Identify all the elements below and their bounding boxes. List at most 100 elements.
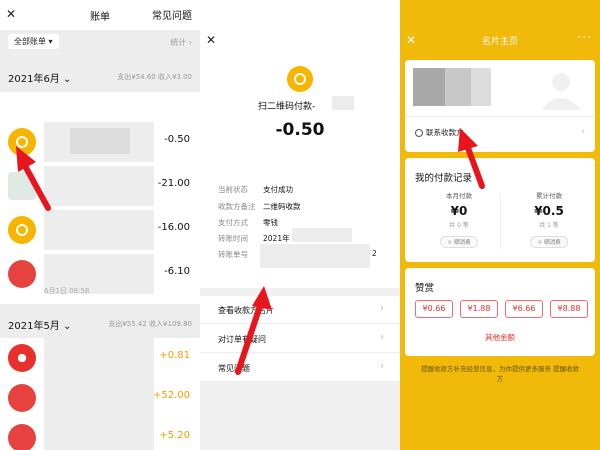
faq-link[interactable]: 常见问题 — [152, 7, 192, 22]
close-icon[interactable]: ✕ — [206, 33, 216, 47]
avatar — [541, 73, 581, 110]
chevron-right-icon: › — [380, 332, 384, 343]
list-item[interactable]: -16.00 — [0, 210, 200, 252]
chat-icon — [415, 129, 423, 137]
button-label: 晒消费 — [454, 240, 471, 246]
bill-list-header: ✕ 账单 常见问题 — [0, 0, 200, 30]
contact-payee-button[interactable]: 联系收款方 — [415, 127, 464, 138]
stat-value: ¥0 — [450, 204, 468, 218]
tip-card: 赞赏 ¥0.66 ¥1.88 ¥6.66 ¥8.88 其他金额 — [405, 268, 595, 356]
chevron-right-icon: › — [380, 303, 384, 314]
transaction-amount: +0.81 — [159, 350, 190, 361]
button-label: 晒消费 — [544, 240, 561, 246]
action-label: 对订单有疑问 — [218, 335, 266, 344]
transaction-amount: -16.00 — [157, 222, 190, 233]
list-item[interactable]: -0.50 — [0, 122, 200, 164]
field-value: 支付成功 — [263, 185, 293, 194]
bottom-area — [200, 382, 400, 450]
chevron-right-icon: › — [581, 127, 585, 137]
payee-profile-card: 联系收款方 › — [405, 60, 595, 152]
list-item[interactable]: +0.81 — [0, 338, 200, 380]
payment-records-card: 我的付款记录 本月付款 ¥0 共 0 笔 ☼ 晒消费 累计付款 ¥0.5 共 1… — [405, 158, 595, 262]
order-row: 转账单号 — [218, 249, 248, 260]
red-envelope-icon — [8, 260, 36, 288]
stat-value: ¥0.5 — [534, 204, 564, 218]
action-label: 常见问题 — [218, 364, 250, 373]
blurred-text — [332, 96, 354, 110]
divider — [500, 194, 501, 249]
blurred-text — [44, 378, 154, 418]
this-month-summary: 本月付款 ¥0 共 0 笔 ☼ 晒消费 — [419, 190, 499, 248]
page-title: 名片主页 — [481, 37, 518, 47]
list-item[interactable]: +52.00 — [0, 378, 200, 420]
tip-amount-button[interactable]: ¥6.66 — [505, 300, 543, 318]
blurred-text — [292, 228, 352, 242]
statistics-label: 统计 — [170, 38, 187, 47]
total-summary: 累计付款 ¥0.5 共 1 笔 ☼ 晒消费 — [509, 190, 589, 248]
red-envelope-icon — [8, 384, 36, 412]
transaction-amount: -0.50 — [164, 134, 190, 145]
month-selector[interactable]: 2021年6月 ⌄ — [8, 70, 71, 85]
transaction-amount: -6.10 — [164, 266, 190, 277]
money-bag-icon — [287, 66, 313, 92]
month-summary: 支出¥55.42 收入¥109.80 — [108, 320, 192, 328]
tip-amount-button[interactable]: ¥0.66 — [415, 300, 453, 318]
statistics-link[interactable]: 统计 › — [170, 37, 192, 48]
pixelated-name — [445, 68, 471, 106]
section-title: 我的付款记录 — [415, 173, 473, 184]
share-spending-button[interactable]: ☼ 晒消费 — [530, 236, 568, 248]
field-label: 收款方备注 — [218, 202, 256, 211]
footer-note[interactable]: 提醒收款方补充经营信息，为你提供更多服务 提醒收款方 — [420, 364, 580, 384]
order-number-tail: 2 — [372, 249, 377, 258]
order-question-button[interactable]: 对订单有疑问 › — [200, 325, 400, 353]
method-row: 支付方式 零钱 — [218, 217, 278, 228]
month-label: 2021年6月 — [8, 74, 60, 85]
field-value: 2021年 — [263, 234, 290, 243]
filter-bar: 全部账单 ▾ 统计 › 2021年6月 ⌄ 支出¥54.60 收入¥3.00 — [0, 30, 200, 92]
red-envelope-icon — [8, 424, 36, 450]
blurred-text — [44, 166, 154, 206]
list-item[interactable]: -21.00 — [0, 166, 200, 208]
pixelated-name — [413, 68, 445, 106]
faq-button[interactable]: 常见问题 › — [200, 354, 400, 382]
business-card-screen: ✕ 名片主页 ··· 联系收款方 › 我的付款记录 本月付款 ¥0 共 0 笔 … — [400, 0, 600, 450]
other-amount-link[interactable]: 其他金额 — [405, 332, 595, 343]
list-item[interactable]: 6月1日 08:58 -6.10 — [0, 254, 200, 296]
payment-title: 扫二维码付款- — [258, 102, 316, 112]
divider — [405, 116, 595, 117]
money-bag-icon — [8, 216, 36, 244]
view-payee-card-button[interactable]: 查看收款方名片 › — [200, 296, 400, 324]
chevron-right-icon: › — [380, 361, 384, 372]
bill-list-screen: ✕ 账单 常见问题 全部账单 ▾ 统计 › 2021年6月 ⌄ 支出¥54.60… — [0, 0, 200, 450]
payment-amount: -0.50 — [275, 120, 325, 140]
field-value: 二维码收款 — [263, 202, 301, 211]
stat-label: 累计付款 — [536, 192, 562, 200]
tip-amount-button[interactable]: ¥1.88 — [460, 300, 498, 318]
heart-avatar — [8, 344, 36, 372]
contact-label: 联系收款方 — [426, 128, 464, 137]
chevron-down-icon: ▾ — [48, 37, 53, 46]
stat-count: 共 1 笔 — [539, 222, 559, 229]
tip-amount-button[interactable]: ¥8.88 — [550, 300, 588, 318]
time-row: 转账时间 2021年 — [218, 233, 290, 244]
blurred-text — [70, 128, 130, 154]
money-bag-icon — [8, 128, 36, 156]
blurred-text — [44, 210, 154, 250]
more-icon[interactable]: ··· — [578, 30, 592, 44]
status-row: 当前状态 支付成功 — [218, 184, 293, 195]
list-item[interactable]: +5.20 — [0, 418, 200, 450]
month-header: 2021年5月 ⌄ 支出¥55.42 收入¥109.80 — [0, 304, 200, 338]
share-spending-button[interactable]: ☼ 晒消费 — [440, 236, 478, 248]
month-summary: 支出¥54.60 收入¥3.00 — [117, 73, 192, 81]
transaction-amount: -21.00 — [157, 178, 190, 189]
field-label: 当前状态 — [218, 185, 248, 194]
all-bills-filter[interactable]: 全部账单 ▾ — [8, 34, 59, 49]
blurred-text — [44, 338, 154, 378]
month-selector[interactable]: 2021年5月 ⌄ — [8, 317, 71, 332]
transaction-date: 6月1日 08:58 — [44, 287, 90, 295]
transaction-list: -0.50 -21.00 -16.00 6月1日 08:58 -6.10 — [0, 122, 200, 304]
card-header: ✕ 名片主页 ··· — [400, 30, 600, 50]
transaction-amount: +52.00 — [152, 390, 190, 401]
note-row: 收款方备注 二维码收款 — [218, 201, 301, 212]
field-label: 支付方式 — [218, 218, 248, 227]
